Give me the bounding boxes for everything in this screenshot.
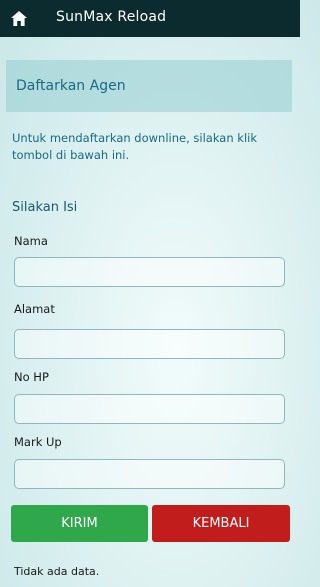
address-field[interactable] (14, 329, 285, 359)
home-icon[interactable] (10, 9, 28, 27)
markup-field[interactable] (14, 459, 285, 489)
phone-label: No HP (14, 370, 49, 384)
name-label: Nama (14, 234, 48, 248)
submit-button[interactable]: KIRIM (11, 505, 148, 542)
app-title: SunMax Reload (56, 9, 167, 25)
markup-label: Mark Up (14, 435, 62, 449)
phone-field[interactable] (14, 394, 285, 424)
empty-data-note: Tidak ada data. (14, 565, 100, 578)
section-header: Daftarkan Agen (6, 60, 292, 112)
name-field[interactable] (14, 257, 285, 287)
description-text: Untuk mendaftarkan downline, silakan kli… (12, 131, 257, 162)
form-title: Silakan Isi (12, 200, 78, 215)
section-title: Daftarkan Agen (16, 78, 126, 94)
address-label: Alamat (14, 302, 55, 316)
back-button[interactable]: KEMBALI (152, 505, 290, 542)
app-header: SunMax Reload (0, 0, 300, 37)
